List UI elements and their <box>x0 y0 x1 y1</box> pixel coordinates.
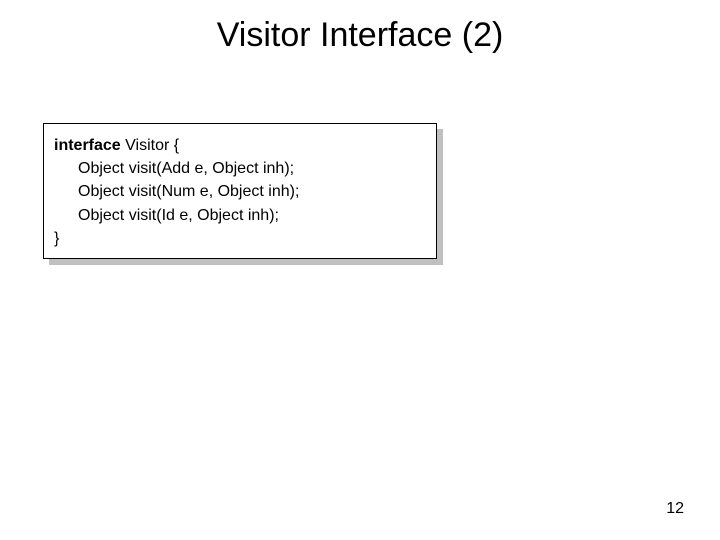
code-box: interface Visitor { Object visit(Add e, … <box>43 123 437 259</box>
slide-title: Visitor Interface (2) <box>0 16 720 55</box>
code-line-close: } <box>54 227 426 250</box>
code-line-3: Object visit(Id e, Object inh); <box>78 204 426 227</box>
code-line-2: Object visit(Num e, Object inh); <box>78 180 426 203</box>
code-line-1: Object visit(Add e, Object inh); <box>78 157 426 180</box>
keyword-interface: interface <box>54 137 121 154</box>
decl-rest: Visitor { <box>121 137 179 154</box>
page-number: 12 <box>666 500 684 518</box>
code-line-decl: interface Visitor { <box>54 134 426 157</box>
